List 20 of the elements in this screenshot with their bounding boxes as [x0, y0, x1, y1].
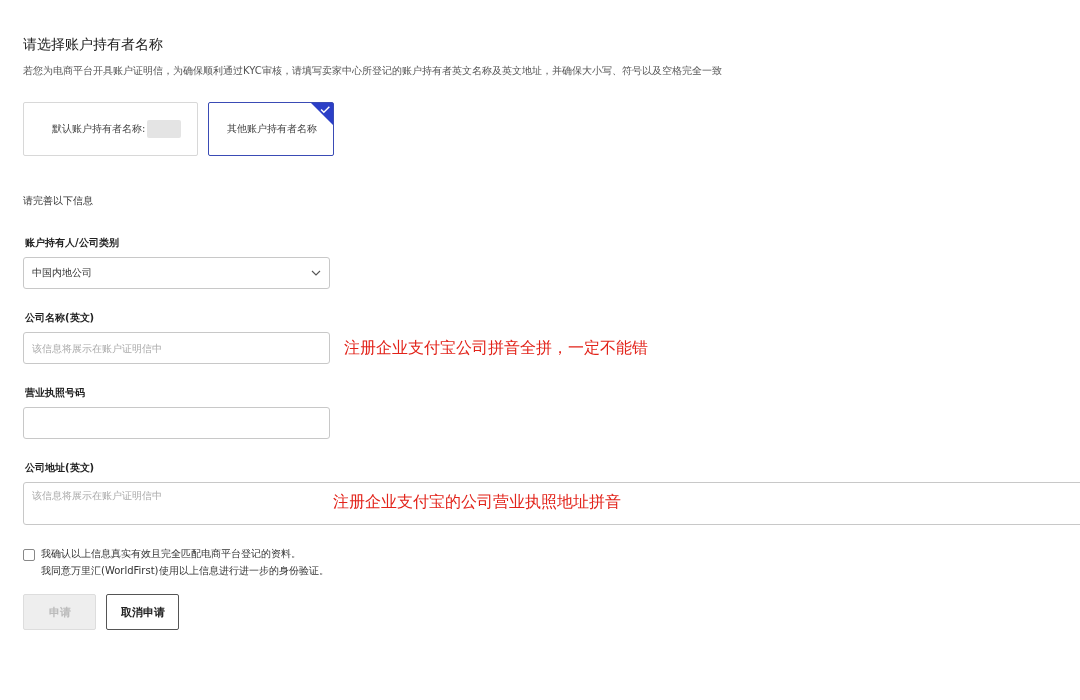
text-input[interactable]: [23, 407, 330, 439]
text-input[interactable]: 该信息将展示在账户证明信中: [23, 332, 330, 364]
check-corner-icon: [311, 103, 334, 125]
annotation-text: 注册企业支付宝公司拼音全拼，一定不能错: [344, 337, 648, 359]
cancel-button[interactable]: 取消申请: [106, 594, 179, 630]
consent-text: 我同意万里汇(WorldFirst)使用以上信息进行进一步的身份验证。: [41, 564, 329, 578]
annotation-text: 注册企业支付宝的公司营业执照地址拼音: [333, 492, 621, 513]
field-label: 公司地址(英文): [24, 461, 96, 475]
consent-checkbox[interactable]: [23, 549, 35, 561]
field-label: 营业执照号码: [24, 386, 86, 400]
field-label: 账户持有人/公司类别: [24, 236, 120, 250]
chevron-down-icon: [311, 270, 321, 276]
section-heading: 请完善以下信息: [23, 194, 94, 208]
name-option-card[interactable]: 其他账户持有者名称: [208, 102, 335, 156]
page-title: 请选择账户持有者名称: [23, 36, 164, 54]
field-label: 公司名称(英文): [24, 311, 96, 325]
description: 若您为电商平台开具账户证明信，为确保顺利通过KYC审核，请填写卖家中心所登记的账户持有者英文名称及英文地址，并确保大小写、符号以及空格完全一致: [23, 64, 723, 78]
category-select[interactable]: 中国内地公司: [23, 257, 330, 289]
consent-text: 我确认以上信息真实有效且完全匹配电商平台登记的资料。: [41, 547, 302, 561]
name-option-card[interactable]: 默认账户持有者名称:: [23, 102, 199, 156]
